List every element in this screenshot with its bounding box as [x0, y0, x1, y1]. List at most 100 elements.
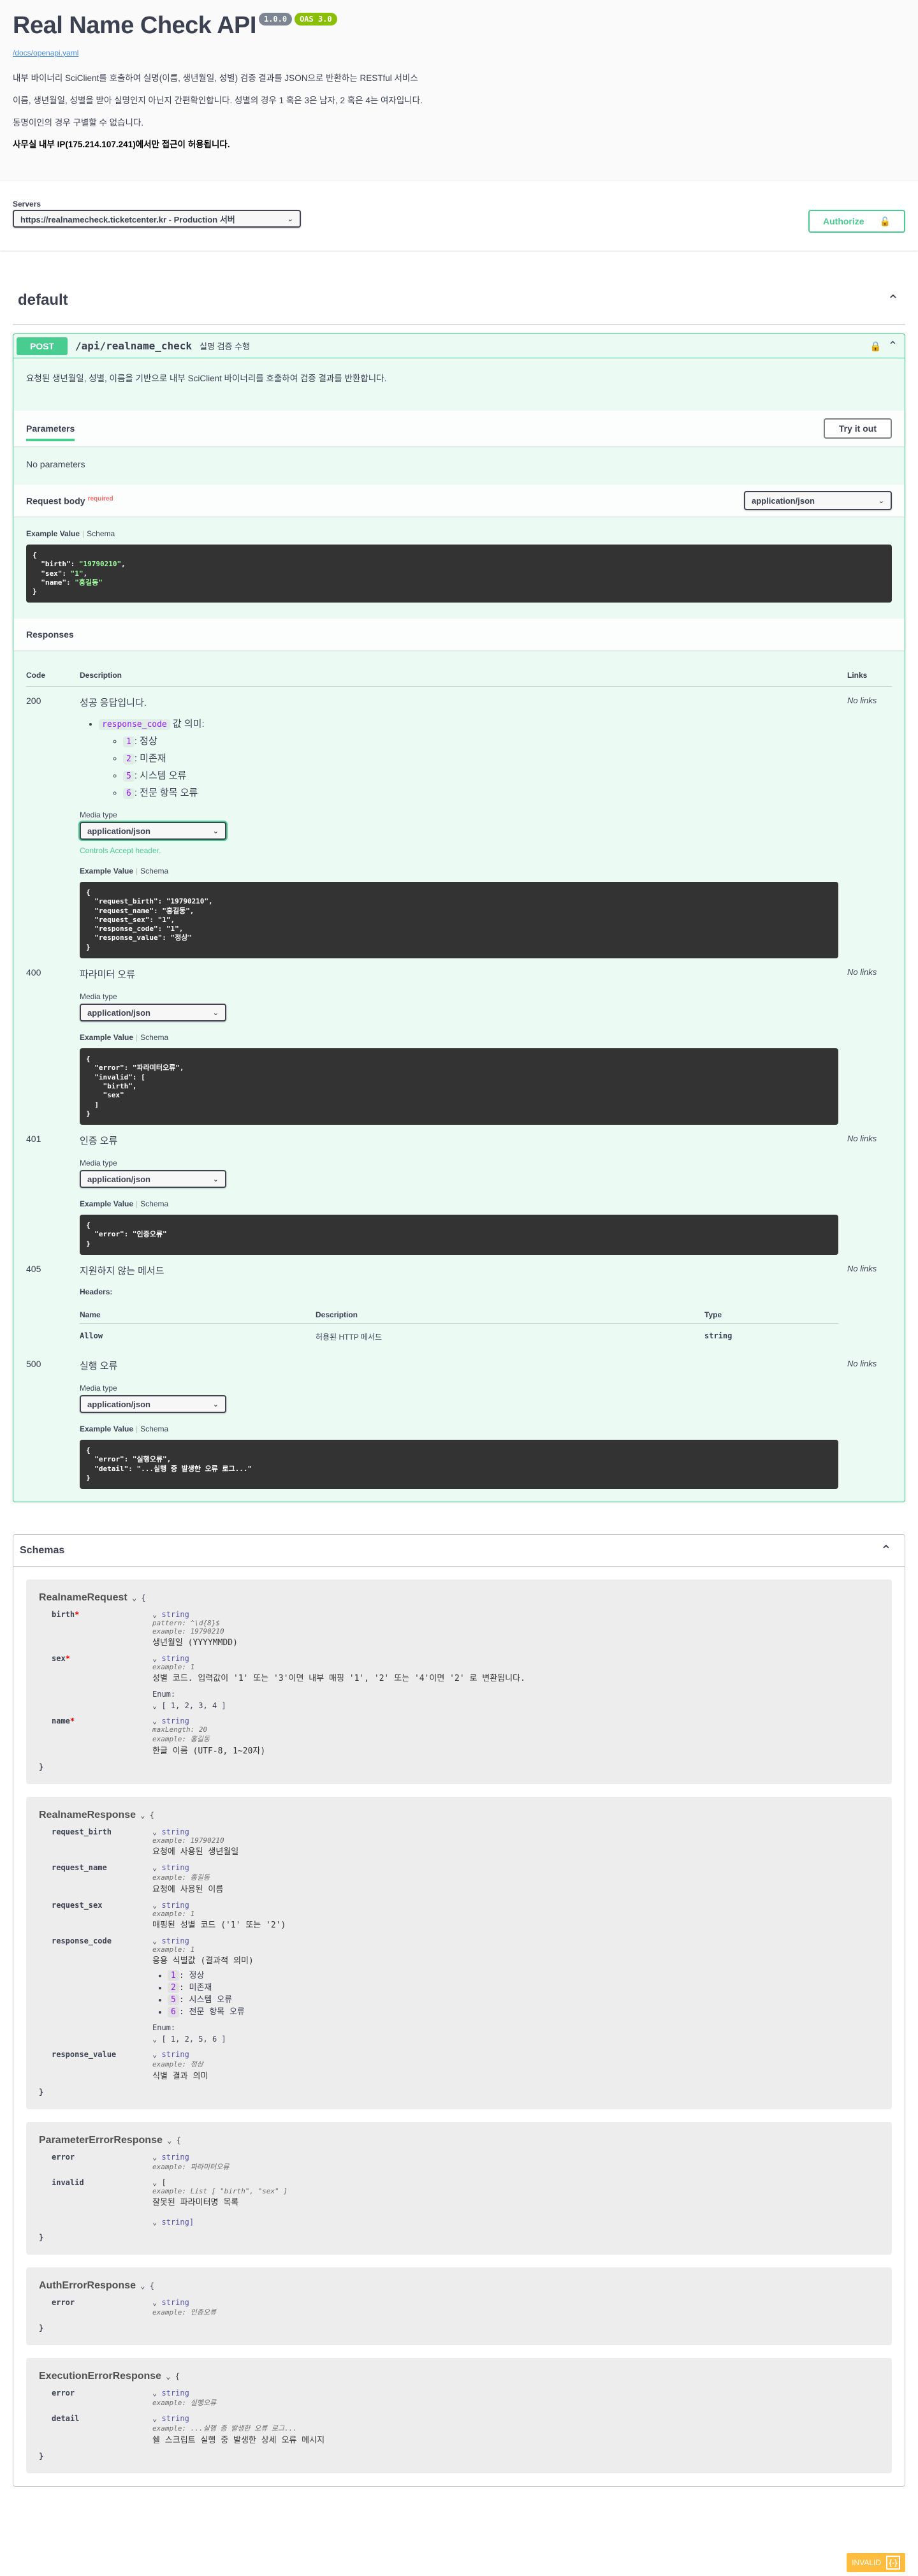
model-property: error ⌄ string example: 실행오류 — [52, 2389, 217, 2408]
media-type-select[interactable]: response_code application/json ⌄ — [80, 822, 226, 840]
chevron-up-icon[interactable]: ⌃ — [887, 292, 899, 309]
request-content-type-select[interactable]: application/json ⌄ — [744, 491, 892, 510]
tab-example-value[interactable]: Example Value — [80, 1199, 133, 1208]
media-type-label: Media type — [80, 810, 117, 819]
chevron-down-icon[interactable]: ⌄ — [152, 2414, 157, 2423]
chevron-down-icon[interactable]: ⌄ — [152, 2035, 157, 2044]
response-example-code: { "error": "실행오류", "detail": "...실행 중 발생… — [80, 1440, 838, 1489]
model-property: request_sex ⌄ string example: 1 매핑된 성별 코… — [52, 1901, 286, 1931]
chevron-down-icon[interactable]: ⌄ — [152, 1901, 157, 1910]
chevron-down-icon[interactable]: ⌄ — [152, 1654, 157, 1663]
request-body-example: Example Value | Schema { "birth": "1979021… — [13, 516, 905, 618]
response-example-code: { "request_birth": "19790210", "request_… — [80, 882, 838, 959]
table-row: Allow 허용된 HTTP 메서드 string — [80, 1331, 732, 1342]
validator-badge[interactable]: INVALID {-} — [847, 2553, 905, 2572]
api-description: 내부 바이너리 SciClient를 호출하여 실명(이름, 생년월일, 성별)… — [13, 73, 905, 152]
schemas-header[interactable]: Schemas ⌃ — [13, 1535, 905, 1567]
operation-summary[interactable]: POST /api/realname_check 실명 검증 수행 🔒 ⌃ — [13, 334, 905, 358]
response-description: 인증 오류 Media type application/json ⌄ Exam… — [80, 1134, 847, 1255]
chevron-down-icon[interactable]: ⌄ — [152, 2153, 157, 2162]
chevron-down-icon[interactable]: ⌄ — [140, 1811, 145, 1820]
media-type-value: application/json — [87, 1007, 150, 1018]
media-type-select[interactable]: application/json ⌄ — [80, 1004, 226, 1022]
chevron-down-icon[interactable]: ⌄ — [152, 1827, 157, 1836]
chevron-down-icon[interactable]: ⌄ — [152, 2178, 157, 2187]
chevron-down-icon[interactable]: ⌄ — [140, 2281, 145, 2290]
chevron-down-icon[interactable]: ⌄ — [152, 1610, 157, 1619]
response-row: 200 성공 응답입니다. response_code 값 의미: 1: 정상 … — [26, 687, 892, 959]
no-links-text: No links — [847, 1264, 877, 1274]
media-type-select[interactable]: application/json ⌄ — [80, 1170, 226, 1189]
chevron-down-icon[interactable]: ⌄ — [152, 1863, 157, 1872]
chevron-down-icon[interactable]: ⌄ — [152, 2050, 157, 2059]
chevron-down-icon[interactable]: ⌄ — [167, 2136, 171, 2145]
chevron-down-icon: ⌄ — [287, 215, 293, 223]
chevron-down-icon[interactable]: ⌄ — [132, 1593, 136, 1602]
description-line: 사무실 내부 IP(175.214.107.241)에서만 접근이 허용됩니다. — [13, 140, 230, 150]
example-tabs: Example Value | Schema — [80, 1199, 169, 1209]
media-type-label: Media type — [80, 992, 117, 1002]
tab-schema[interactable]: Schema — [140, 867, 168, 875]
method-badge: POST — [17, 337, 68, 355]
server-select[interactable]: https://realnamecheck.ticketcenter.kr - … — [13, 210, 301, 228]
media-type-value: application/json — [87, 1174, 150, 1184]
schema-model: RealnameRequest ⌄ { birth* ⌄ string patt… — [26, 1579, 892, 1785]
request-example-code: { "birth": "19790210", "sex": "1", "name… — [26, 545, 892, 603]
model-title[interactable]: ParameterErrorResponse — [39, 2135, 163, 2146]
try-it-out-button[interactable]: Try it out — [823, 418, 892, 439]
tab-example-value[interactable]: Example Value — [80, 1424, 133, 1433]
spec-url-link[interactable]: /docs/openapi.yaml — [13, 48, 905, 57]
media-type-select[interactable]: application/json ⌄ — [80, 1395, 226, 1414]
operation-summary-text: 실명 검증 수행 — [200, 342, 251, 351]
tab-schema[interactable]: Schema — [87, 529, 115, 538]
response-description: 실행 오류 Media type application/json ⌄ Exam… — [80, 1359, 847, 1489]
chevron-down-icon[interactable]: ⌄ — [152, 2298, 157, 2307]
responses-table: Code Description Links 200 성공 응답입니다. res… — [13, 650, 905, 1502]
chevron-up-icon[interactable]: ⌃ — [880, 1542, 892, 1559]
chevron-down-icon[interactable]: ⌄ — [152, 1701, 157, 1710]
schema-model: AuthErrorResponse ⌄ { error ⌄ string exa… — [26, 2267, 892, 2346]
tab-example-value[interactable]: Example Value — [80, 867, 133, 875]
required-marker: required — [87, 495, 113, 502]
response-code: 401 — [26, 1134, 41, 1145]
model-title[interactable]: RealnameResponse — [39, 1810, 136, 1820]
response-row: 400 파라미터 오류 Media type application/json … — [26, 958, 892, 1125]
chevron-down-icon: ⌄ — [212, 1400, 219, 1409]
tab-parameters[interactable]: Parameters — [26, 423, 75, 441]
chevron-down-icon[interactable]: ⌄ — [152, 1936, 157, 1945]
tab-example-value[interactable]: Example Value — [80, 1033, 133, 1042]
tab-schema[interactable]: Schema — [140, 1199, 168, 1208]
response-description: 성공 응답입니다. response_code 값 의미: 1: 정상 2: 미… — [80, 696, 847, 959]
model-title[interactable]: AuthErrorResponse — [39, 2280, 136, 2291]
media-type-value: application/json — [87, 1399, 150, 1409]
tab-schema[interactable]: Schema — [140, 1424, 168, 1433]
response-code: 200 — [26, 696, 41, 706]
servers-label: Servers — [13, 200, 41, 209]
lock-icon[interactable]: 🔒 — [870, 340, 882, 352]
col-links: Links — [847, 671, 868, 680]
model-title[interactable]: RealnameRequest — [39, 1592, 127, 1603]
model-property: request_name ⌄ string example: 홍길동 요청에 사… — [52, 1863, 224, 1895]
tag-section-header[interactable]: default ⌃ — [13, 276, 905, 325]
example-tabs: Example Value | Schema — [80, 867, 169, 875]
list-item: 6: 전문 항목 오류 — [123, 786, 847, 799]
parameters-header: Parameters Try it out — [13, 411, 905, 446]
chevron-down-icon[interactable]: ⌄ — [152, 1716, 157, 1725]
media-type-label: Media type — [80, 1384, 117, 1393]
response-row: 401 인증 오류 Media type application/json ⌄ … — [26, 1125, 892, 1255]
authorize-button[interactable]: Authorize 🔓 — [808, 210, 905, 233]
response-title: 실행 오류 — [80, 1361, 118, 1372]
model-title[interactable]: ExecutionErrorResponse — [39, 2371, 161, 2382]
tab-example-value[interactable]: Example Value — [26, 529, 80, 538]
response-row: 405 지원하지 않는 메서드 Headers: Name Descriptio… — [26, 1255, 892, 1350]
tag-name: default — [18, 291, 68, 309]
model-property: detail ⌄ string example: ...실행 중 발생한 오류 … — [52, 2414, 325, 2446]
chevron-down-icon[interactable]: ⌄ — [166, 2372, 170, 2381]
chevron-up-icon[interactable]: ⌃ — [888, 339, 898, 353]
tab-schema[interactable]: Schema — [140, 1033, 168, 1042]
media-type-label: Media type — [80, 1159, 117, 1168]
chevron-down-icon[interactable]: ⌄ — [152, 2389, 157, 2397]
no-links-text: No links — [847, 967, 877, 977]
validator-icon: {-} — [886, 2556, 900, 2570]
chevron-down-icon[interactable]: ⌄ — [152, 2218, 157, 2227]
